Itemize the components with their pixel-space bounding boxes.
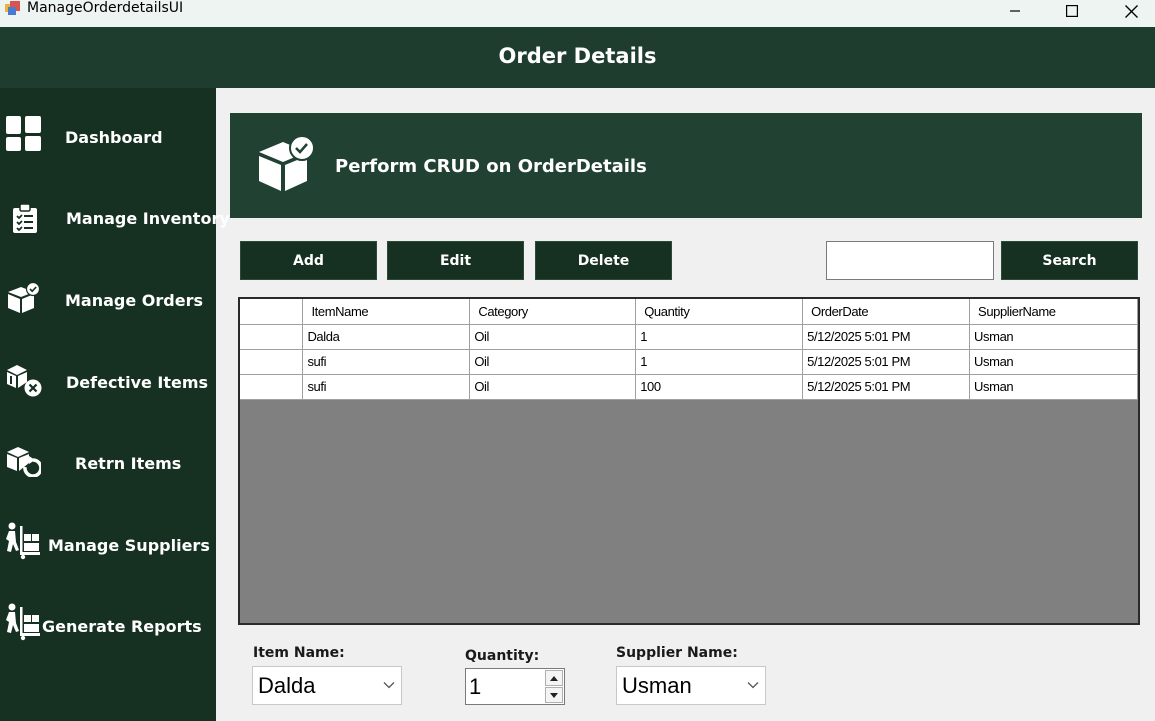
row-header[interactable]	[240, 374, 304, 400]
supplier-dolly-icon	[6, 603, 40, 641]
sidebar-item-label: Manage Suppliers	[48, 536, 210, 555]
window-titlebar: ManageOrderdetailsUI	[0, 0, 1155, 27]
section-banner: Perform CRUD on OrderDetails	[230, 113, 1142, 218]
defective-boxes-icon	[7, 365, 42, 397]
cell-orderdate[interactable]: 5/12/2025 5:01 PM	[802, 349, 971, 375]
sidebar-item-label: Defective Items	[66, 373, 209, 392]
grid-table: ItemName Category Quantity OrderDate Sup…	[240, 299, 1138, 400]
cell-category[interactable]: Oil	[469, 374, 637, 400]
sidebar-item-retrn-items[interactable]: Retrn Items	[0, 432, 216, 492]
sidebar-item-defective-items[interactable]: Defective Items	[0, 351, 216, 411]
quantity-value: 1	[469, 674, 482, 699]
box-check-icon	[8, 282, 41, 313]
sidebar-item-label: Retrn Items	[75, 454, 182, 473]
table-row[interactable]: sufi Oil 1 5/12/2025 5:01 PM Usman	[240, 349, 1138, 375]
search-input[interactable]	[826, 241, 994, 280]
stepper-up-button[interactable]	[545, 670, 563, 686]
supplier-name-value: Usman	[622, 673, 692, 698]
stepper-arrows	[545, 670, 563, 703]
sidebar-item-manage-orders[interactable]: Manage Orders	[0, 270, 216, 330]
cell-suppliername[interactable]: Usman	[969, 349, 1138, 375]
cell-quantity[interactable]: 100	[635, 374, 804, 400]
grid-header-row: ItemName Category Quantity OrderDate Sup…	[240, 299, 1138, 325]
return-box-icon	[7, 447, 41, 477]
sidebar-item-label: Dashboard	[65, 128, 163, 147]
table-row[interactable]: sufi Oil 100 5/12/2025 5:01 PM Usman	[240, 374, 1138, 400]
column-header-itemname[interactable]: ItemName	[302, 299, 471, 325]
page-header: Order Details	[0, 27, 1155, 88]
close-button[interactable]	[1108, 0, 1154, 22]
sidebar-item-label: Generate Reports	[42, 617, 202, 636]
table-row[interactable]: Dalda Oil 1 5/12/2025 5:01 PM Usman	[240, 324, 1138, 350]
caret-down-icon	[550, 692, 558, 698]
delete-button[interactable]: Delete	[535, 241, 672, 280]
page-title: Order Details	[498, 44, 657, 68]
sidebar-item-manage-inventory[interactable]: Manage Inventory	[0, 188, 230, 248]
close-icon	[1124, 4, 1138, 18]
stepper-down-button[interactable]	[545, 687, 563, 703]
caret-up-icon	[550, 675, 558, 681]
quantity-label: Quantity:	[465, 648, 540, 664]
item-name-label: Item Name:	[253, 645, 345, 661]
supplier-name-select[interactable]: Usman	[616, 666, 766, 705]
sidebar-item-label: Manage Orders	[65, 291, 203, 310]
item-name-select[interactable]: Dalda	[252, 666, 402, 705]
column-header-category[interactable]: Category	[469, 299, 637, 325]
quantity-stepper[interactable]: 1	[465, 668, 565, 705]
dashboard-icon	[6, 116, 41, 151]
column-header-quantity[interactable]: Quantity	[635, 299, 804, 325]
window-title: ManageOrderdetailsUI	[27, 0, 184, 16]
search-button[interactable]: Search	[1001, 241, 1138, 280]
cell-orderdate[interactable]: 5/12/2025 5:01 PM	[802, 374, 971, 400]
cell-category[interactable]: Oil	[469, 324, 637, 350]
supplier-name-label: Supplier Name:	[616, 645, 738, 661]
maximize-icon	[1066, 5, 1078, 17]
banner-title: Perform CRUD on OrderDetails	[335, 156, 647, 177]
chevron-down-icon	[747, 682, 759, 689]
app-icon	[5, 1, 20, 15]
maximize-button[interactable]	[1049, 0, 1095, 22]
row-header-corner[interactable]	[240, 299, 304, 325]
supplier-dolly-icon	[6, 522, 40, 560]
sidebar-item-label: Manage Inventory	[66, 209, 230, 228]
add-button[interactable]: Add	[240, 241, 377, 280]
sidebar: Dashboard Manage Inventory Manage Orders	[0, 88, 230, 721]
cell-itemname[interactable]: Dalda	[302, 324, 471, 350]
cell-suppliername[interactable]: Usman	[969, 324, 1138, 350]
cell-suppliername[interactable]: Usman	[969, 374, 1138, 400]
cell-itemname[interactable]: sufi	[302, 349, 471, 375]
column-header-suppliername[interactable]: SupplierName	[969, 299, 1138, 325]
cell-quantity[interactable]: 1	[635, 324, 804, 350]
column-header-orderdate[interactable]: OrderDate	[802, 299, 971, 325]
cell-quantity[interactable]: 1	[635, 349, 804, 375]
cell-category[interactable]: Oil	[469, 349, 637, 375]
clipboard-checklist-icon	[13, 204, 37, 233]
minimize-icon	[1010, 10, 1020, 12]
item-name-value: Dalda	[258, 673, 316, 698]
order-details-grid[interactable]: ItemName Category Quantity OrderDate Sup…	[238, 297, 1140, 625]
sidebar-item-manage-suppliers[interactable]: Manage Suppliers	[0, 514, 216, 574]
chevron-down-icon	[383, 682, 395, 689]
cell-orderdate[interactable]: 5/12/2025 5:01 PM	[802, 324, 971, 350]
sidebar-item-generate-reports[interactable]: Generate Reports	[0, 595, 216, 655]
row-header[interactable]	[240, 324, 304, 350]
box-check-icon	[259, 135, 315, 191]
edit-button[interactable]: Edit	[387, 241, 524, 280]
sidebar-item-dashboard[interactable]: Dashboard	[0, 106, 216, 166]
minimize-button[interactable]	[992, 0, 1038, 22]
cell-itemname[interactable]: sufi	[302, 374, 471, 400]
row-header[interactable]	[240, 349, 304, 375]
